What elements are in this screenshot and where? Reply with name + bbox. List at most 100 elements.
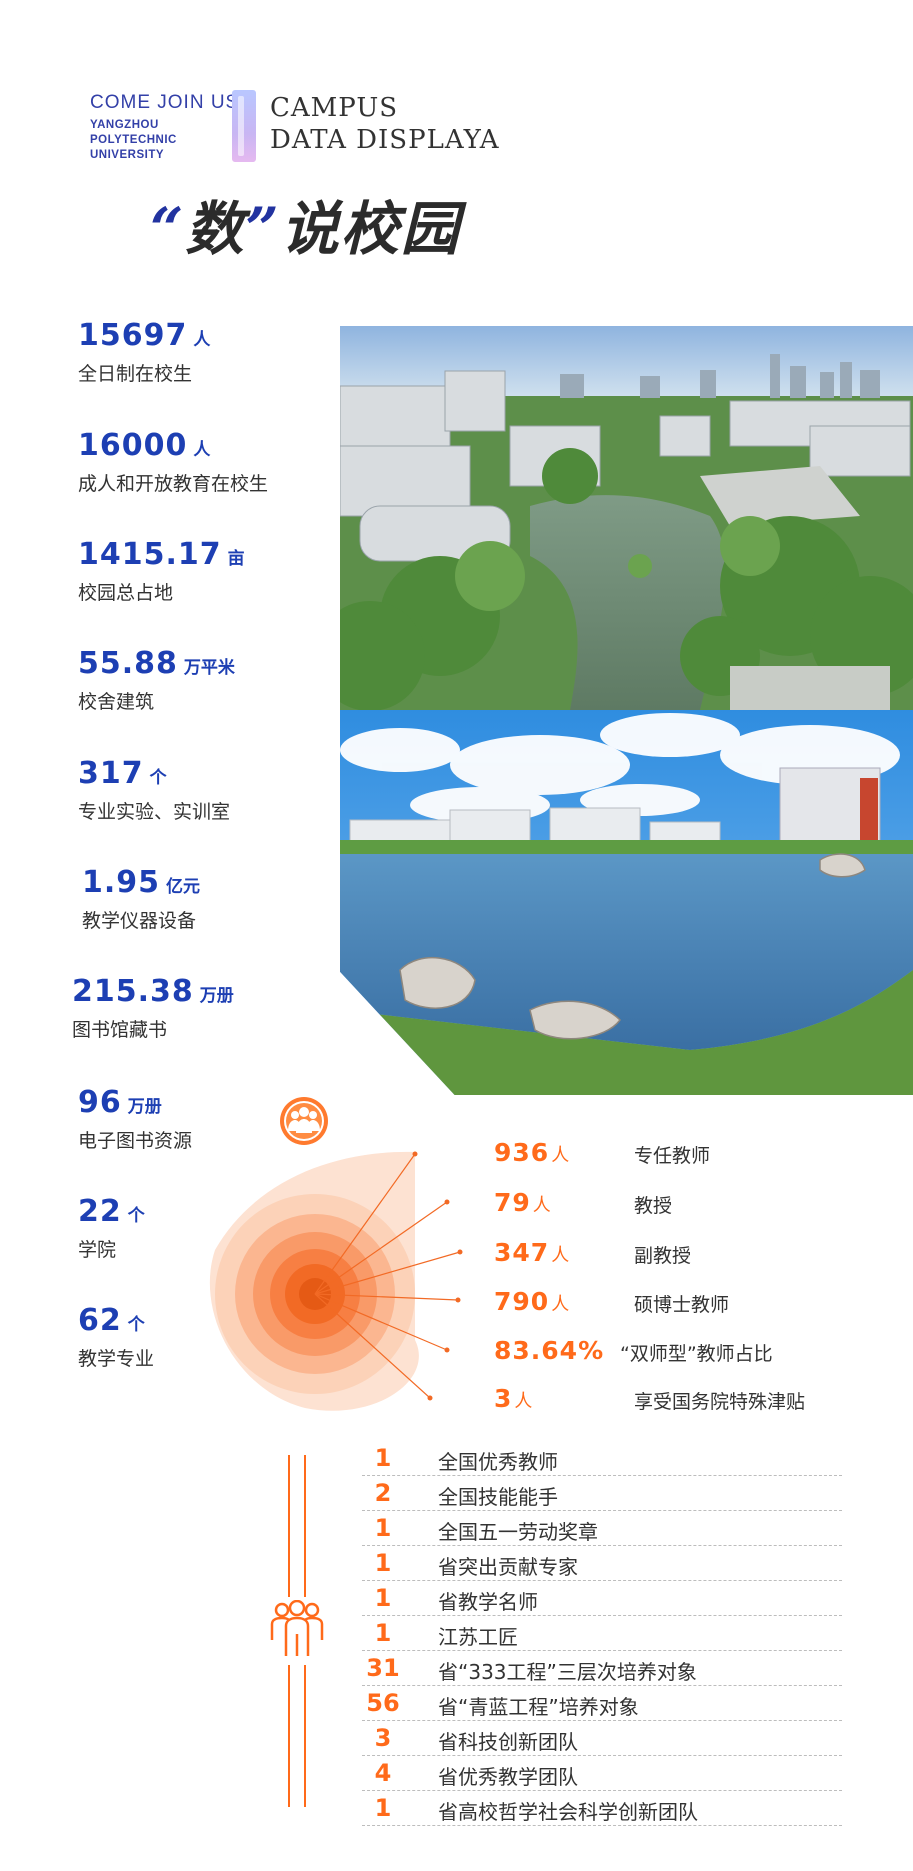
honor-row: 2 全国技能能手 — [362, 1475, 842, 1511]
stat-unit: 个 — [127, 1315, 145, 1335]
honor-label: 江苏工匠 — [438, 1625, 518, 1649]
honor-label: 省“青蓝工程”培养对象 — [438, 1695, 639, 1719]
stat-label: 专业实验、实训室 — [78, 801, 231, 823]
stat-value: 16000 — [78, 428, 188, 463]
faculty-unit: 人 — [514, 1391, 533, 1412]
honor-label: 全国技能能手 — [438, 1485, 558, 1509]
honor-row: 1 全国五一劳动奖章 — [362, 1510, 842, 1546]
honor-label: 省高校哲学社会科学创新团队 — [438, 1800, 698, 1824]
faculty-unit: 人 — [532, 1195, 551, 1216]
school-name-line-1: YANGZHOU — [90, 119, 159, 131]
stat-value: 317 — [78, 756, 144, 791]
honor-label: 全国优秀教师 — [438, 1450, 558, 1474]
stat-value: 62 — [78, 1303, 122, 1338]
honor-label: 省“333工程”三层次培养对象 — [438, 1660, 697, 1684]
stat-value: 15697 — [78, 318, 188, 353]
stat-item: 16000 人 成人和开放教育在校生 — [78, 428, 268, 496]
slogan: “数”说校园 — [150, 182, 461, 266]
stat-item: 22 个 学院 — [78, 1194, 145, 1262]
campus-title-line-2: DATA DISPLAYA — [270, 125, 500, 155]
honor-row: 1 省突出贡献专家 — [362, 1545, 842, 1581]
stat-label: 图书馆藏书 — [72, 1019, 168, 1041]
honor-count: 1 — [374, 1619, 392, 1647]
stat-unit: 万平米 — [183, 658, 235, 678]
faculty-stat: 83.64% — [494, 1336, 606, 1365]
honor-row: 31 省“333工程”三层次培养对象 — [362, 1650, 842, 1686]
stat-label: 教学仪器设备 — [82, 910, 197, 932]
faculty-label: 副教授 — [634, 1245, 692, 1267]
decor-line — [304, 1665, 306, 1807]
honor-label: 省突出贡献专家 — [438, 1555, 578, 1579]
campus-title: CAMPUS DATA DISPLAYA — [270, 92, 500, 156]
stat-label: 教学专业 — [78, 1348, 155, 1370]
faculty-unit: 人 — [551, 1294, 570, 1315]
brand-divider-bar — [232, 90, 256, 162]
faculty-label: 硕博士教师 — [634, 1294, 730, 1316]
stat-item: 317 个 专业实验、实训室 — [78, 756, 230, 824]
stat-unit: 个 — [149, 768, 167, 788]
faculty-label: 专任教师 — [634, 1145, 711, 1167]
stat-item: 1.95 亿元 教学仪器设备 — [82, 865, 200, 933]
stat-item: 15697 人 全日制在校生 — [78, 318, 210, 386]
stat-label: 全日制在校生 — [78, 363, 193, 385]
honor-row: 4 省优秀教学团队 — [362, 1755, 842, 1791]
decor-line — [288, 1665, 290, 1807]
stat-value: 22 — [78, 1194, 122, 1229]
honor-row: 1 省高校哲学社会科学创新团队 — [362, 1790, 842, 1826]
stat-item: 215.38 万册 图书馆藏书 — [72, 974, 234, 1042]
brand-block: COME JOIN US YANGZHOU POLYTECHNIC UNIVER… — [90, 92, 239, 163]
school-name-line-3: UNIVERSITY — [90, 149, 165, 161]
team-people-icon — [268, 1599, 326, 1660]
school-name-line-2: POLYTECHNIC — [90, 134, 177, 146]
stat-unit: 亿元 — [166, 877, 201, 897]
stat-label: 校园总占地 — [78, 582, 174, 604]
stat-value: 215.38 — [72, 974, 194, 1009]
honor-count: 1 — [374, 1794, 392, 1822]
honor-count: 2 — [374, 1479, 392, 1507]
honor-row: 1 省教学名师 — [362, 1580, 842, 1616]
stat-label: 成人和开放教育在校生 — [78, 473, 269, 495]
stat-item: 62 个 教学专业 — [78, 1303, 154, 1371]
stat-item: 55.88 万平米 校舍建筑 — [78, 646, 235, 714]
faculty-value: 790 — [494, 1287, 550, 1316]
slogan-char1: 数 — [185, 195, 246, 263]
slogan-rest: 说校园 — [280, 195, 461, 263]
faculty-unit: 人 — [551, 1145, 570, 1166]
stat-label: 校舍建筑 — [78, 691, 155, 713]
stat-unit: 亩 — [227, 549, 245, 569]
stat-item: 96 万册 电子图书资源 — [78, 1085, 192, 1153]
honor-count: 3 — [374, 1724, 392, 1752]
stat-unit: 个 — [127, 1206, 145, 1226]
faculty-stat: 347 人 — [494, 1238, 569, 1267]
concentric-rings-graphic — [209, 1151, 463, 1411]
faculty-value: 936 — [494, 1138, 550, 1167]
campus-aerial-photo — [340, 326, 913, 710]
come-join-text: COME JOIN US — [90, 92, 240, 113]
faculty-value: 83.64% — [494, 1336, 605, 1365]
stat-value: 1.95 — [82, 865, 161, 900]
campus-title-line-1: CAMPUS — [270, 93, 399, 123]
honor-count: 31 — [366, 1654, 400, 1682]
faculty-stat: 790 人 — [494, 1287, 569, 1316]
faculty-stat: 936 人 — [494, 1138, 569, 1167]
faculty-label: 教授 — [634, 1195, 673, 1217]
honor-label: 省科技创新团队 — [438, 1730, 578, 1754]
campus-lake-photo — [340, 710, 913, 1095]
honor-label: 省优秀教学团队 — [438, 1765, 578, 1789]
honor-row: 56 省“青蓝工程”培养对象 — [362, 1685, 842, 1721]
faculty-unit: 人 — [551, 1245, 570, 1266]
faculty-label: “双师型”教师占比 — [620, 1343, 773, 1365]
faculty-value: 347 — [494, 1238, 550, 1267]
stat-unit: 人 — [193, 330, 211, 350]
stat-unit: 万册 — [199, 986, 234, 1006]
stat-label: 学院 — [78, 1239, 117, 1261]
honor-row: 1 江苏工匠 — [362, 1615, 842, 1651]
faculty-value: 79 — [494, 1188, 531, 1217]
stat-value: 1415.17 — [78, 537, 222, 572]
faculty-stat: 79 人 — [494, 1188, 551, 1217]
honor-label: 省教学名师 — [438, 1590, 538, 1614]
stat-label: 电子图书资源 — [78, 1130, 193, 1152]
honor-count: 1 — [374, 1514, 392, 1542]
decor-line — [304, 1455, 306, 1597]
stat-item: 1415.17 亩 校园总占地 — [78, 537, 245, 605]
